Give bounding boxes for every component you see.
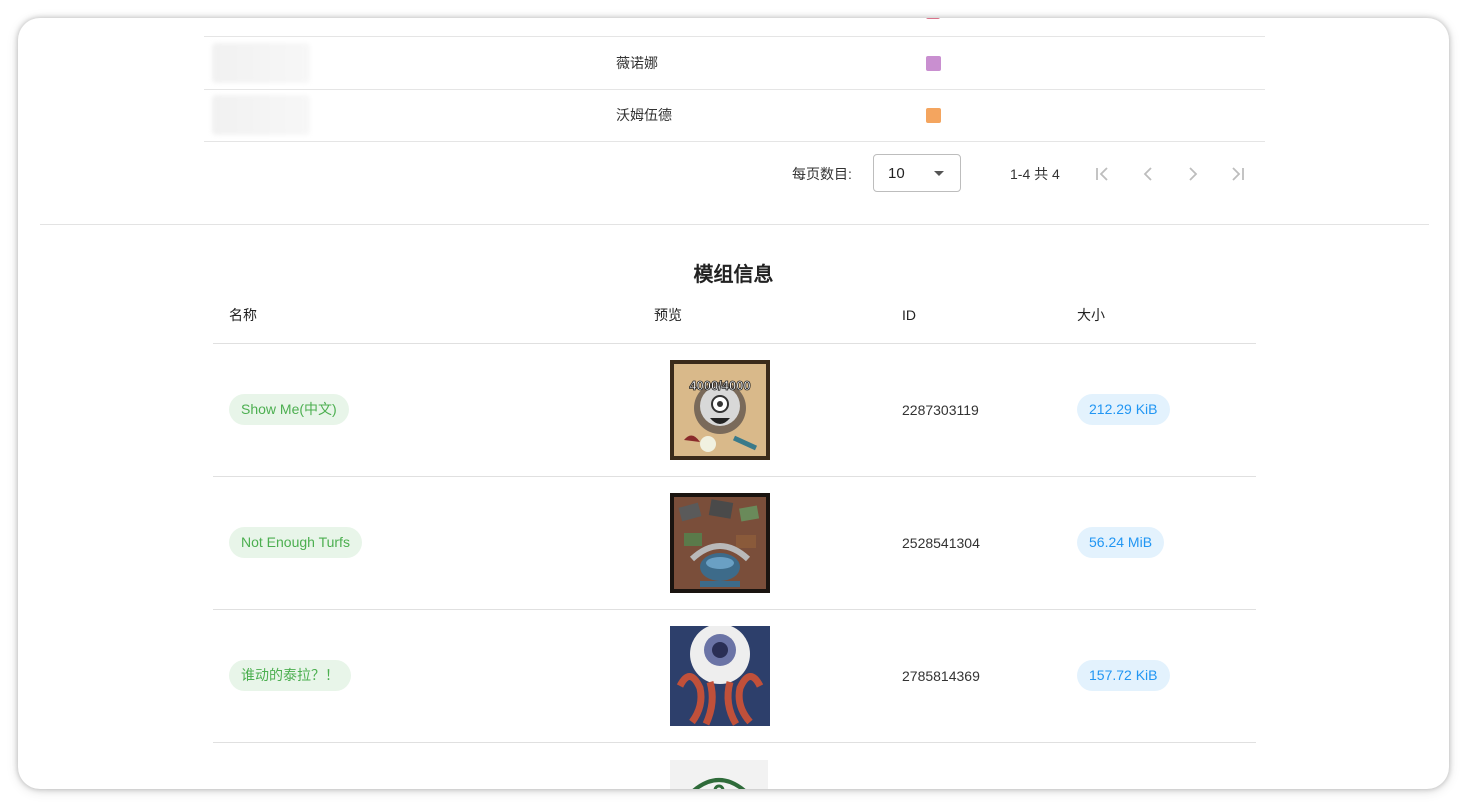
mod-name-chip[interactable]: 谁动的泰拉？！ <box>229 660 351 691</box>
blurred-player-name <box>212 43 310 83</box>
color-swatch <box>926 18 940 19</box>
section-title: 模组信息 <box>693 264 774 286</box>
app-window: 薇诺娜 沃姆伍德 每页数目: 10 1-4 共 4 模组信息 名称 预览 ID … <box>18 18 1449 789</box>
column-header-preview[interactable]: 预览 <box>654 294 682 336</box>
rows-per-page-select[interactable]: 10 <box>873 154 961 192</box>
mod-name-chip[interactable]: Show Me(中文) <box>229 394 349 425</box>
table-row: 沃姆伍德 <box>204 89 1265 142</box>
table-row: 薇诺娜 <box>204 37 1265 90</box>
column-header-id[interactable]: ID <box>902 294 916 336</box>
blurred-player-name <box>212 95 310 135</box>
mod-size-chip[interactable]: 212.29 KiB <box>1077 394 1170 425</box>
last-page-icon[interactable] <box>1226 162 1250 186</box>
mod-id: 2785814369 <box>902 668 980 684</box>
mod-size-chip[interactable]: 56.24 MiB <box>1077 527 1165 558</box>
next-page-icon[interactable] <box>1181 162 1205 186</box>
mod-id: 2528541304 <box>902 535 980 551</box>
mod-preview-image: 4000/4000 <box>670 360 770 460</box>
table-row: Not Enough Turfs 2528541304 56.24 MiB <box>213 477 1256 610</box>
mod-size-chip[interactable]: 157.72 KiB <box>1077 660 1170 691</box>
table-pagination: 每页数目: 10 1-4 共 4 <box>204 154 1265 194</box>
rows-per-page-label: 每页数目: <box>792 166 852 182</box>
table-row: Show Me(中文) 4000/4000 2287303119 212.29 … <box>213 344 1256 477</box>
mod-id: 2287303119 <box>902 402 979 418</box>
column-header-name[interactable]: 名称 <box>229 294 257 336</box>
color-swatch <box>926 108 941 123</box>
pagination-range: 1-4 共 4 <box>1010 166 1060 182</box>
caret-down-icon <box>934 171 944 176</box>
column-header-size[interactable]: 大小 <box>1077 294 1105 336</box>
preview-overlay-text: 4000/4000 <box>689 378 750 393</box>
player-role: 沃姆伍德 <box>616 107 672 123</box>
table-row <box>204 18 1265 37</box>
mod-name-chip[interactable]: Not Enough Turfs <box>229 527 362 558</box>
table-header: 名称 预览 ID 大小 <box>213 294 1256 344</box>
prev-page-icon[interactable] <box>1136 162 1160 186</box>
mod-preview-image <box>670 493 770 593</box>
table-row: 谁动的泰拉？！ 2785814369 157.72 KiB <box>213 610 1256 743</box>
section-divider <box>40 224 1429 225</box>
player-role: 薇诺娜 <box>616 55 658 71</box>
mod-preview-image <box>670 626 770 726</box>
mod-preview-image <box>670 760 768 789</box>
rows-per-page-value: 10 <box>888 165 905 182</box>
color-swatch <box>926 56 941 71</box>
first-page-icon[interactable] <box>1090 162 1114 186</box>
